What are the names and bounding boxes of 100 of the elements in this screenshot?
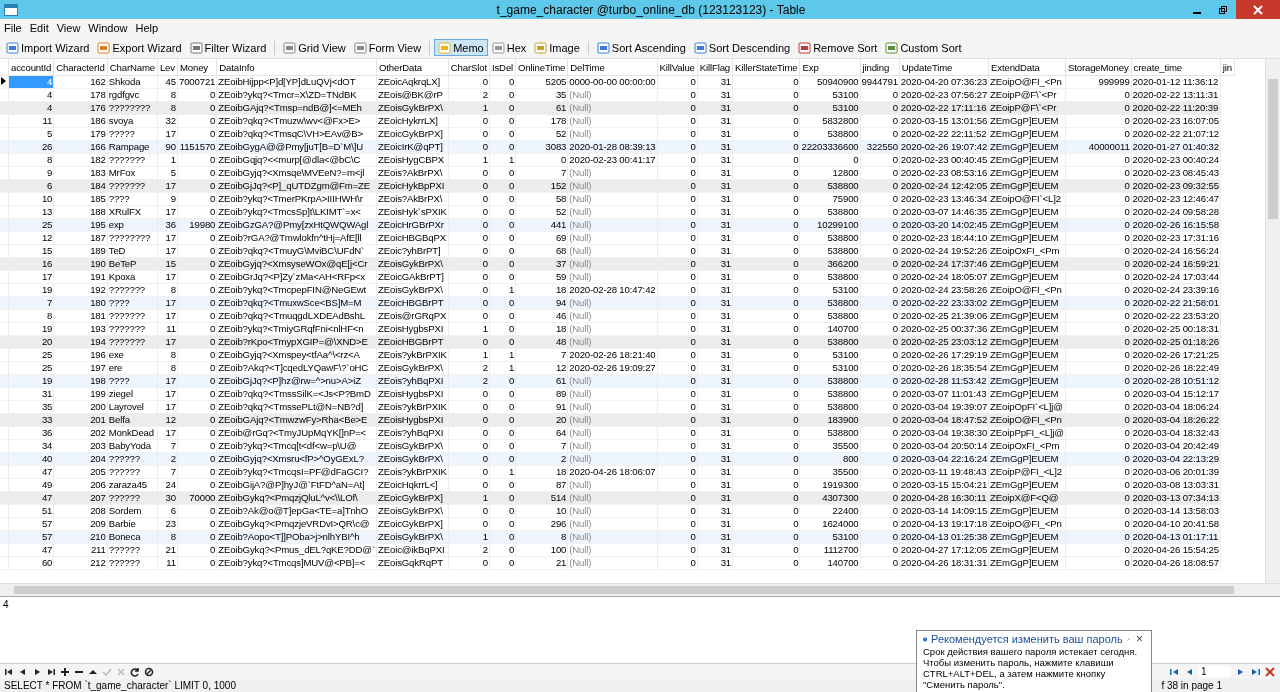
table-cell: 186 [53, 114, 108, 128]
table-cell: 162 [53, 75, 108, 89]
column-header[interactable]: DelTime [567, 59, 657, 76]
menu-item[interactable]: Help [135, 22, 159, 34]
table-cell: 0 [860, 283, 900, 297]
table-cell: (Null) [567, 400, 657, 414]
last-icon[interactable] [46, 666, 56, 677]
table-cell: (Null) [567, 114, 657, 128]
close-button[interactable]: × [1134, 633, 1145, 645]
table-cell: 31 [697, 244, 733, 258]
table-cell: ZEois?AkBrPX\ [376, 166, 449, 180]
table-cell: 0 [448, 231, 490, 245]
column-header[interactable]: OtherData [376, 59, 449, 76]
table-cell: (Null) [567, 205, 657, 219]
table-cell: 0 [732, 361, 800, 375]
column-header[interactable]: DataInfo [216, 59, 377, 76]
add-icon[interactable] [60, 666, 70, 677]
table-cell: ZEoib?qkq?<TmuqgdLXDEAdBshL [216, 309, 377, 323]
column-header[interactable]: StorageMoney [1065, 59, 1132, 76]
column-header[interactable]: IsDel [489, 59, 516, 76]
table-cell: ZEoicGAkBrPT] [376, 270, 449, 284]
toolbar-button[interactable]: Filter Wizard [185, 39, 271, 56]
menu-item[interactable]: View [56, 22, 81, 34]
toolbar-button[interactable]: Sort Ascending [592, 39, 690, 56]
table-cell: 0 [177, 283, 217, 297]
column-header[interactable]: KillerStateTime [732, 59, 800, 76]
table-cell: 0 [860, 556, 900, 570]
toolbar-button[interactable]: Form View [349, 39, 426, 56]
toolbar-button[interactable]: Export Wizard [93, 39, 186, 56]
table-cell: 0 [1065, 244, 1132, 258]
table-cell: 185 [53, 192, 108, 206]
column-header[interactable]: CharName [107, 59, 158, 76]
table-cell: ZEoipOpFI`<L]j@ [988, 400, 1066, 414]
column-header[interactable]: Exp [800, 59, 861, 76]
first-page-icon[interactable] [1169, 666, 1181, 677]
table-cell: 2020-01-12 11:36:12 [1131, 75, 1221, 89]
column-header[interactable]: create_time [1131, 59, 1221, 76]
table-cell: 0 [177, 517, 217, 531]
column-header[interactable]: Money [177, 59, 217, 76]
table-cell: 11 [157, 556, 178, 570]
column-header[interactable]: KillValue [657, 59, 698, 76]
menu-item[interactable]: Window [88, 22, 128, 34]
document-icon [693, 41, 707, 54]
table-cell: 17 [157, 270, 178, 284]
column-header[interactable]: OnlineTime [515, 59, 568, 76]
table-cell: 8 [157, 361, 178, 375]
refresh-icon[interactable] [130, 666, 140, 677]
toolbar-button[interactable]: Remove Sort [794, 39, 882, 56]
table-cell: 31 [697, 270, 733, 284]
table-cell: 47 [8, 543, 54, 557]
table-cell: 2020-03-14 14:09:15 [899, 504, 989, 518]
menu-item[interactable]: File [4, 22, 22, 34]
last-page-icon[interactable] [1249, 666, 1261, 677]
horizontal-scrollbar[interactable] [0, 583, 1280, 596]
table-cell: 1 [448, 322, 490, 336]
table-cell: 0 [1065, 348, 1132, 362]
table-cell: 0 [489, 543, 516, 557]
table-cell: 12 [515, 361, 568, 375]
first-icon[interactable] [4, 666, 14, 677]
table-cell: 0 [177, 270, 217, 284]
table-cell: ZEoib?qkq?<TmsqC\VH>EAv@B> [216, 127, 377, 141]
toolbar-button[interactable]: Image [530, 39, 584, 56]
table-cell: ZEois?AkBrPX\ [376, 192, 449, 206]
table-cell: 0 [732, 192, 800, 206]
next-icon[interactable] [32, 666, 42, 677]
table-cell: ZEoipP@F\`<Pr [988, 88, 1066, 102]
toolbar-button[interactable]: Custom Sort [881, 39, 966, 56]
column-header[interactable]: jin [1220, 59, 1235, 76]
table-cell: 0 [1065, 478, 1132, 492]
table-cell: XRulFX [107, 205, 158, 219]
toolbar-button[interactable]: Sort Descending [689, 39, 795, 56]
table-cell: 0 [732, 205, 800, 219]
column-header[interactable]: ExtendData [988, 59, 1066, 76]
menu-item[interactable]: Edit [29, 22, 49, 34]
column-header[interactable]: accountId [8, 59, 54, 76]
column-header[interactable]: CharacterId [53, 59, 108, 76]
table-cell: 10 [8, 192, 54, 206]
table-cell: 0 [489, 166, 516, 180]
column-header[interactable]: jinding [860, 59, 900, 76]
table-cell: 0 [657, 114, 698, 128]
prev-icon[interactable] [18, 666, 28, 677]
table-cell: 0 [489, 270, 516, 284]
column-header[interactable]: CharSlot [448, 59, 490, 76]
vertical-scrollbar[interactable] [1265, 59, 1280, 583]
stop-icon[interactable] [144, 666, 154, 677]
table-cell: ZEoisGykBrPX\ [376, 504, 449, 518]
table-cell: 52 [515, 127, 568, 141]
toolbar-button[interactable]: Hex [487, 39, 531, 56]
close-button[interactable] [1236, 0, 1280, 19]
table-cell: 0 [732, 270, 800, 284]
table-cell: ZEois?ykBrPXIK [376, 465, 449, 479]
toolbar-button[interactable]: Memo [434, 39, 488, 56]
page-field[interactable]: 1 [1199, 666, 1231, 677]
table-cell: ZEmGgP]EUEM [988, 309, 1066, 323]
toolbar-button[interactable]: Grid View [279, 39, 350, 56]
toolbar-button[interactable]: Import Wizard [2, 39, 94, 56]
column-header[interactable]: UpdateTime [899, 59, 989, 76]
column-header[interactable]: Lev [157, 59, 178, 76]
column-header[interactable]: KillFlag [697, 59, 733, 76]
table-cell: 538800 [800, 231, 861, 245]
